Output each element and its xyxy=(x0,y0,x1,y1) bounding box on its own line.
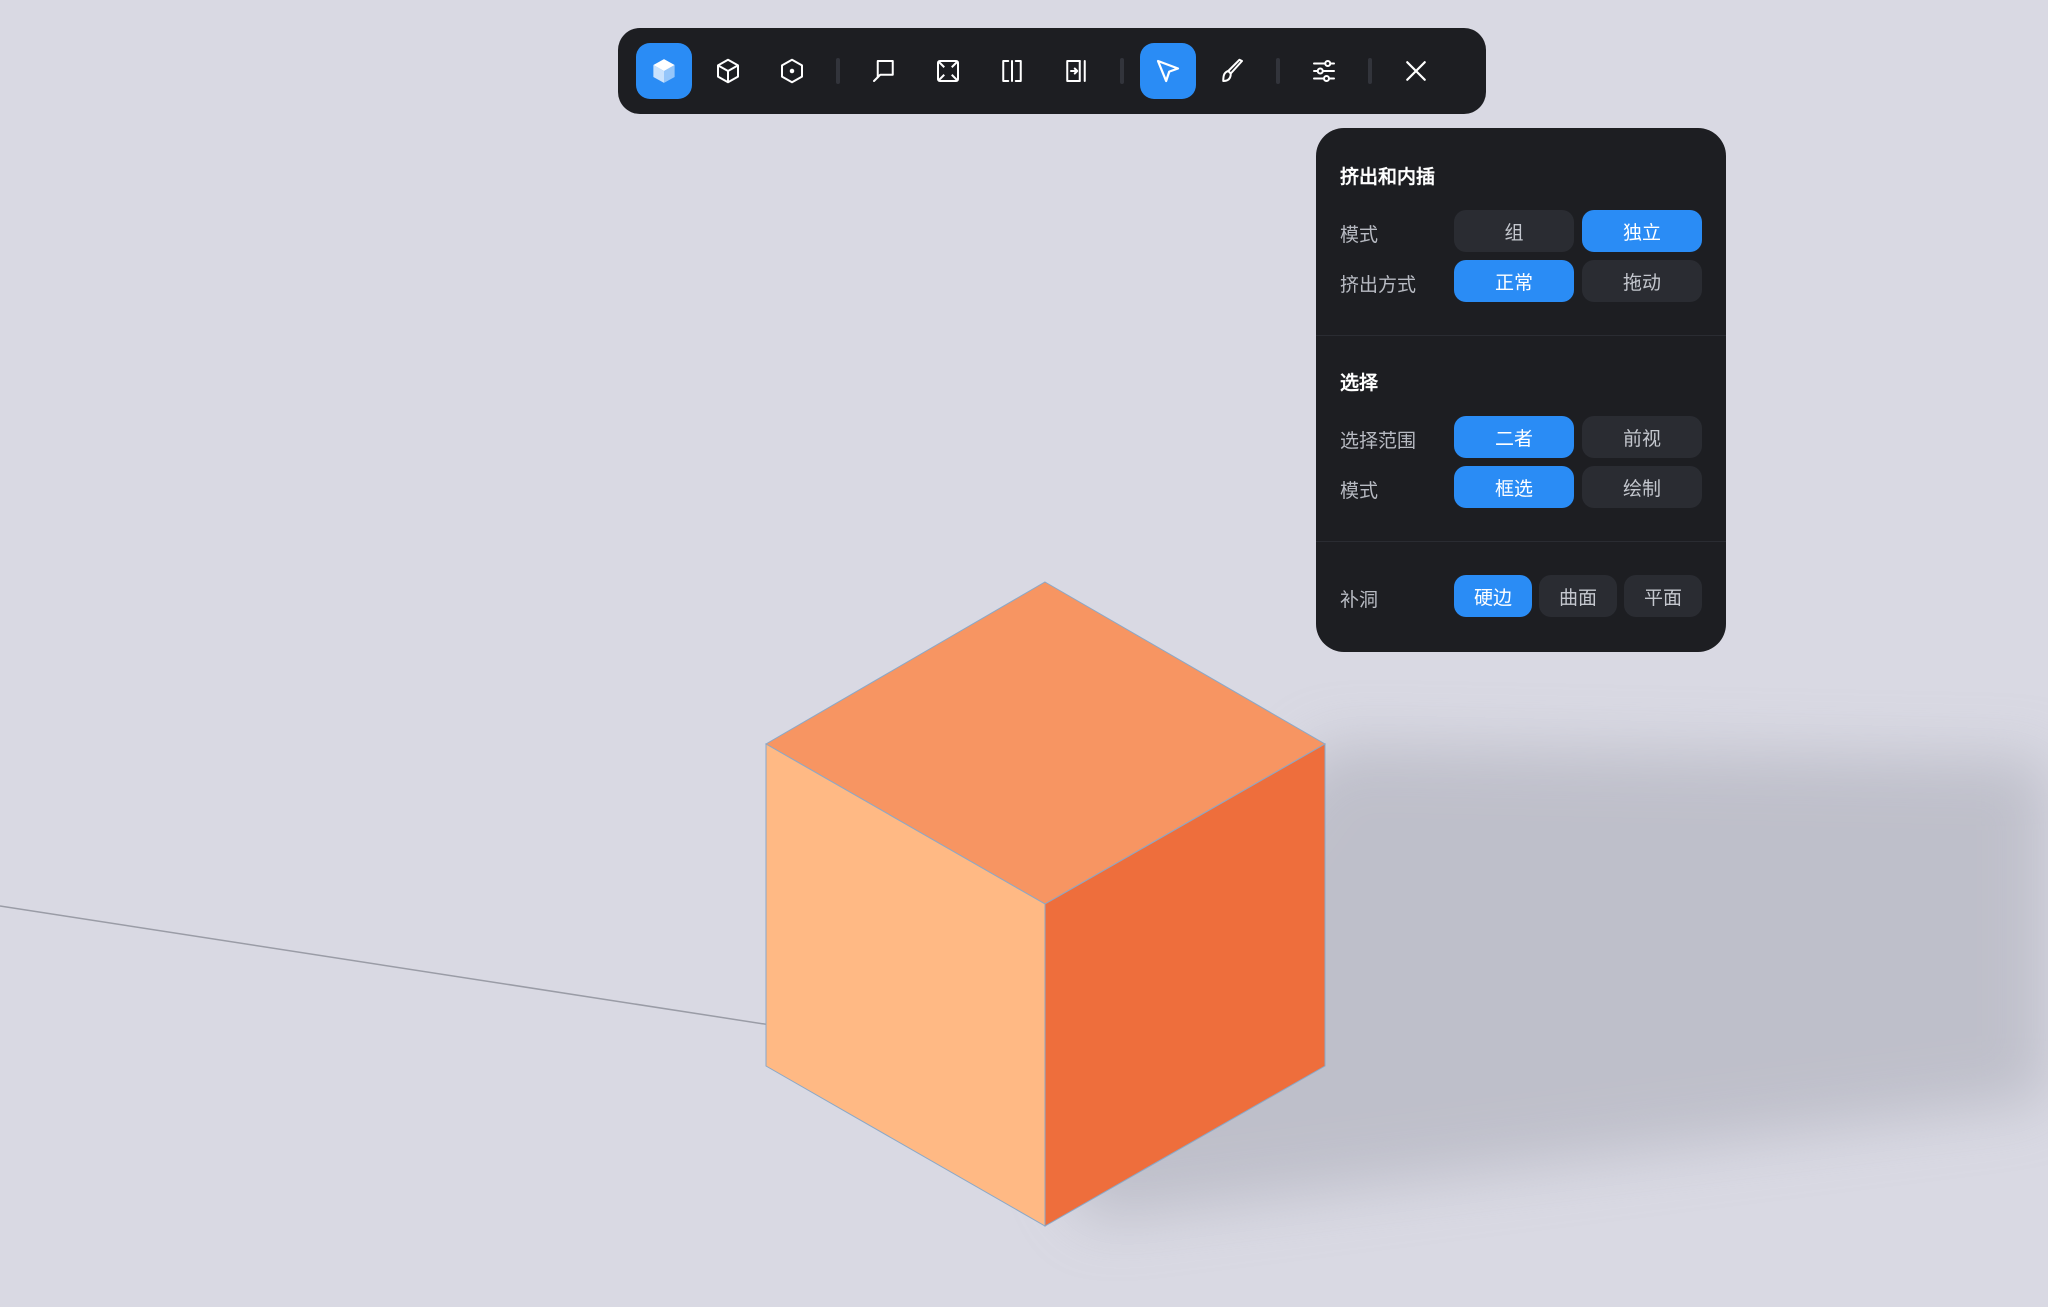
fill-holes-curved-button[interactable]: 曲面 xyxy=(1539,575,1617,617)
extrude-section-title: 挤出和内插 xyxy=(1340,166,1436,188)
toolbar-separator xyxy=(1120,58,1124,84)
selection-mode-label: 模式 xyxy=(1340,480,1379,502)
close-icon xyxy=(1406,61,1426,81)
brush-icon xyxy=(1222,58,1243,82)
close-button[interactable] xyxy=(1388,43,1444,99)
toolbar xyxy=(618,28,1486,114)
pointer-tool[interactable] xyxy=(1140,43,1196,99)
cube-vertex-icon xyxy=(781,58,803,84)
selection-mode-paint-button[interactable]: 绘制 xyxy=(1582,466,1702,508)
selection-range-both-button[interactable]: 二者 xyxy=(1454,416,1574,458)
selection-range-front-button[interactable]: 前视 xyxy=(1582,416,1702,458)
extrude-mode-label: 模式 xyxy=(1340,224,1379,246)
extrude-method-drag-button[interactable]: 拖动 xyxy=(1582,260,1702,302)
lasso-icon xyxy=(873,60,894,82)
split-tool[interactable] xyxy=(984,43,1040,99)
split-icon xyxy=(1002,60,1022,82)
panel-divider xyxy=(1316,335,1726,336)
selection-mode-box-button[interactable]: 框选 xyxy=(1454,466,1574,508)
cube-solid-tool[interactable] xyxy=(636,43,692,99)
brush-tool[interactable] xyxy=(1204,43,1260,99)
cube-wireframe-tool[interactable] xyxy=(700,43,756,99)
toolbar-separator xyxy=(1276,58,1280,84)
cube-vertex-tool[interactable] xyxy=(764,43,820,99)
panel-divider xyxy=(1316,541,1726,542)
loop-cut-icon xyxy=(1066,60,1086,82)
cube-solid-icon xyxy=(653,59,675,83)
box-select-tool[interactable] xyxy=(920,43,976,99)
extrude-mode-individual-button[interactable]: 独立 xyxy=(1582,210,1702,252)
fill-holes-flat-button[interactable]: 平面 xyxy=(1624,575,1702,617)
properties-panel: 挤出和内插 模式 组 独立 挤出方式 正常 拖动 选择 选择范围 二者 前视 模… xyxy=(1316,128,1726,652)
sliders-icon xyxy=(1313,60,1335,82)
cube-wireframe-icon xyxy=(717,58,739,84)
settings-tool[interactable] xyxy=(1296,43,1352,99)
box-select-icon xyxy=(937,60,959,82)
guide-line xyxy=(0,905,804,1031)
fill-holes-hard-edge-button[interactable]: 硬边 xyxy=(1454,575,1532,617)
toolbar-separator xyxy=(1368,58,1372,84)
fill-holes-label: 补洞 xyxy=(1340,589,1379,611)
3d-viewport[interactable] xyxy=(0,0,2048,1307)
loop-cut-tool[interactable] xyxy=(1048,43,1104,99)
extrude-method-label: 挤出方式 xyxy=(1340,274,1417,296)
pointer-icon xyxy=(1156,59,1180,83)
extrude-method-normal-button[interactable]: 正常 xyxy=(1454,260,1574,302)
extrude-mode-group-button[interactable]: 组 xyxy=(1454,210,1574,252)
selection-range-label: 选择范围 xyxy=(1340,430,1417,452)
lasso-tool[interactable] xyxy=(856,43,912,99)
selection-section-title: 选择 xyxy=(1340,372,1379,394)
toolbar-separator xyxy=(836,58,840,84)
